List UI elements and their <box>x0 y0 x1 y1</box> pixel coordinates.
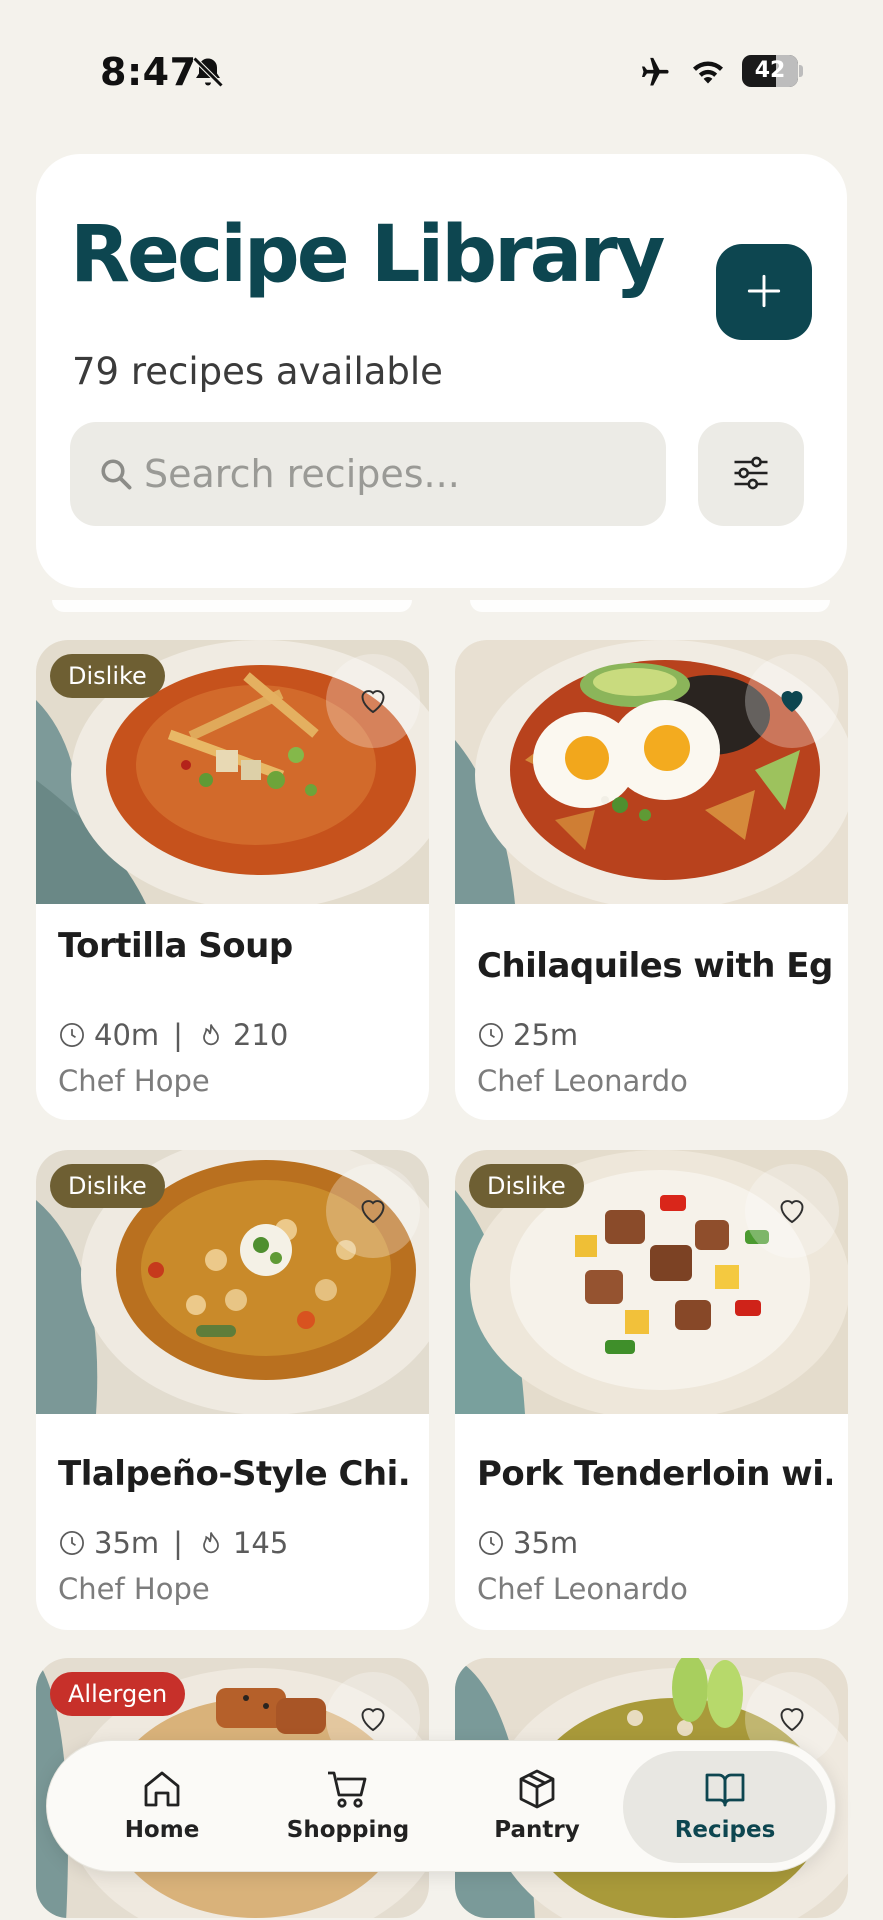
nav-label: Home <box>124 1817 200 1843</box>
recipe-card-pork-tenderloin[interactable]: Dislike Pork Tenderloin wi... 35m Chef L… <box>455 1150 848 1630</box>
heart-filled-icon <box>781 690 803 712</box>
heart-outline-icon <box>780 1199 804 1223</box>
recipe-meta: 35m <box>477 1526 578 1560</box>
airplane-icon <box>642 57 669 86</box>
favorite-button[interactable] <box>745 1164 839 1258</box>
meta-separator: | <box>173 1018 183 1052</box>
battery-level: 42 <box>754 58 786 83</box>
dislike-badge: Dislike <box>50 654 165 698</box>
recipe-chef: Chef Leonardo <box>477 1064 688 1098</box>
dislike-badge: Dislike <box>50 1164 165 1208</box>
recipe-time: 35m <box>94 1526 160 1560</box>
nav-label: Shopping <box>286 1817 410 1843</box>
page-title: Recipe Library <box>70 210 666 300</box>
header-card: Recipe Library 79 recipes available <box>36 154 847 588</box>
battery-icon: 42 <box>742 55 804 87</box>
search-icon <box>101 459 132 490</box>
nav-label: Recipes <box>674 1817 776 1843</box>
heart-outline-icon <box>361 1707 385 1731</box>
favorite-button[interactable] <box>326 654 420 748</box>
box-icon <box>519 1769 555 1809</box>
clock-icon <box>60 1531 84 1555</box>
nav-label: Pantry <box>494 1817 580 1843</box>
recipe-count: 79 recipes available <box>72 350 443 393</box>
status-bar: 8:47 42 <box>0 0 883 140</box>
filter-button[interactable] <box>698 422 804 526</box>
heart-outline-icon <box>361 689 385 713</box>
allergen-badge: Allergen <box>50 1672 186 1716</box>
recipe-meta: 40m | 210 <box>58 1018 288 1052</box>
recipe-time: 35m <box>513 1526 579 1560</box>
recipe-title: Pork Tenderloin wi... <box>477 1454 832 1494</box>
wifi-icon <box>693 61 723 84</box>
recipe-chef: Chef Leonardo <box>477 1572 688 1606</box>
recipe-time: 40m <box>94 1018 160 1052</box>
clock-icon <box>479 1023 503 1047</box>
nav-home[interactable]: Home <box>67 1751 257 1863</box>
cart-icon <box>328 1771 367 1808</box>
sliders-icon <box>734 456 768 489</box>
search-box[interactable] <box>70 422 666 526</box>
recipe-chef: Chef Hope <box>58 1064 210 1098</box>
meta-separator: | <box>173 1526 183 1560</box>
bell-slash-icon <box>192 56 224 88</box>
heart-outline-icon <box>361 1199 385 1223</box>
recipe-card-tlalpeno[interactable]: Dislike Tlalpeño-Style Chi... 35m | 145 … <box>36 1150 429 1630</box>
plus-icon <box>747 274 781 307</box>
flame-icon <box>203 1532 219 1554</box>
nav-recipes[interactable]: Recipes <box>623 1751 827 1863</box>
recipe-title: Tlalpeño-Style Chi... <box>58 1454 413 1494</box>
nav-shopping[interactable]: Shopping <box>253 1751 443 1863</box>
recipe-meta: 35m | 145 <box>58 1526 288 1560</box>
previous-row-edge <box>470 600 830 612</box>
recipe-title: Tortilla Soup <box>58 926 293 966</box>
heart-outline-icon <box>780 1707 804 1731</box>
recipe-time: 25m <box>513 1018 579 1052</box>
favorite-button[interactable] <box>745 654 839 748</box>
status-time: 8:47 <box>100 50 197 94</box>
clock-icon <box>60 1023 84 1047</box>
flame-icon <box>203 1024 219 1046</box>
recipe-calories: 145 <box>232 1526 289 1560</box>
recipe-meta: 25m <box>477 1018 578 1052</box>
nav-pantry[interactable]: Pantry <box>442 1751 632 1863</box>
clock-icon <box>479 1531 503 1555</box>
recipe-card-tortilla-soup[interactable]: Dislike Tortilla Soup 40m | 210 Chef Hop… <box>36 640 429 1120</box>
book-icon <box>705 1773 745 1807</box>
recipe-title: Chilaquiles with Eg... <box>477 946 832 986</box>
recipe-card-chilaquiles[interactable]: Chilaquiles with Eg... 25m Chef Leonardo <box>455 640 848 1120</box>
favorite-button[interactable] <box>326 1164 420 1258</box>
home-icon <box>144 1771 180 1807</box>
previous-row-edge <box>52 600 412 612</box>
bottom-nav: Home Shopping Pantry Recipes <box>46 1740 836 1872</box>
recipe-calories: 210 <box>232 1018 289 1052</box>
add-recipe-button[interactable] <box>716 244 812 340</box>
search-input[interactable] <box>144 422 644 526</box>
dislike-badge: Dislike <box>469 1164 584 1208</box>
recipe-chef: Chef Hope <box>58 1572 210 1606</box>
